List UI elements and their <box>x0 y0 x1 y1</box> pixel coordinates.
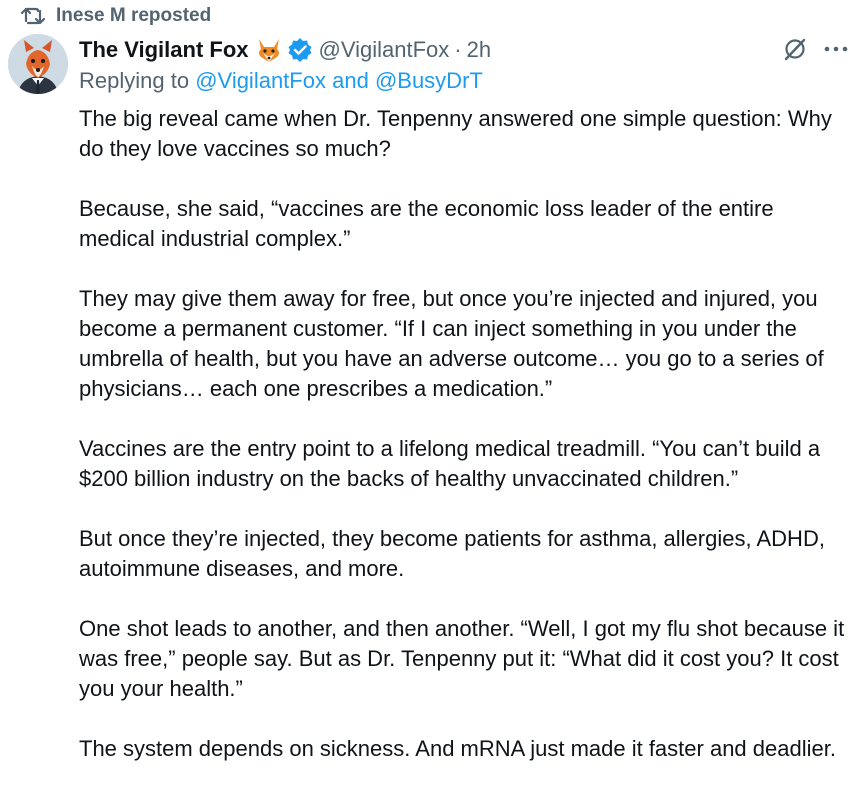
tweet-paragraph: They may give them away for free, but on… <box>79 286 824 401</box>
timestamp[interactable]: 2h <box>467 37 491 63</box>
verified-icon <box>287 37 313 63</box>
replying-to: Replying to @VigilantFox and @BusyDrT <box>79 68 483 94</box>
repost-label: Inese M reposted <box>56 5 212 26</box>
tweet-paragraph: The big reveal came when Dr. Tenpenny an… <box>79 106 832 161</box>
reply-conjunction: and <box>332 68 369 93</box>
tweet-paragraph: One shot leads to another, and then anot… <box>79 616 845 701</box>
avatar[interactable] <box>8 34 68 94</box>
reply-user-link[interactable]: @VigilantFox <box>195 68 326 93</box>
author-handle[interactable]: @VigilantFox <box>319 37 450 63</box>
replying-prefix: Replying to <box>79 68 190 93</box>
fox-emoji <box>255 37 283 63</box>
repost-banner[interactable]: Inese M reposted <box>20 4 211 28</box>
more-icon[interactable] <box>822 36 850 62</box>
tweet-paragraph: Because, she said, “vaccines are the eco… <box>79 196 774 251</box>
separator-dot: · <box>454 37 462 62</box>
tweet-actions <box>782 36 850 62</box>
reply-user-link[interactable]: @BusyDrT <box>375 68 483 93</box>
tweet-text: The big reveal came when Dr. Tenpenny an… <box>79 104 854 764</box>
grok-icon[interactable] <box>782 36 808 62</box>
tweet-paragraph: Vaccines are the entry point to a lifelo… <box>79 436 821 491</box>
tweet-paragraph: The system depends on sickness. And mRNA… <box>79 736 836 761</box>
display-name[interactable]: The Vigilant Fox <box>79 37 249 63</box>
tweet-header: The Vigilant Fox @VigilantFox · 2h <box>79 34 491 66</box>
repost-icon <box>20 5 46 27</box>
tweet-paragraph: But once they’re injected, they become p… <box>79 526 825 581</box>
